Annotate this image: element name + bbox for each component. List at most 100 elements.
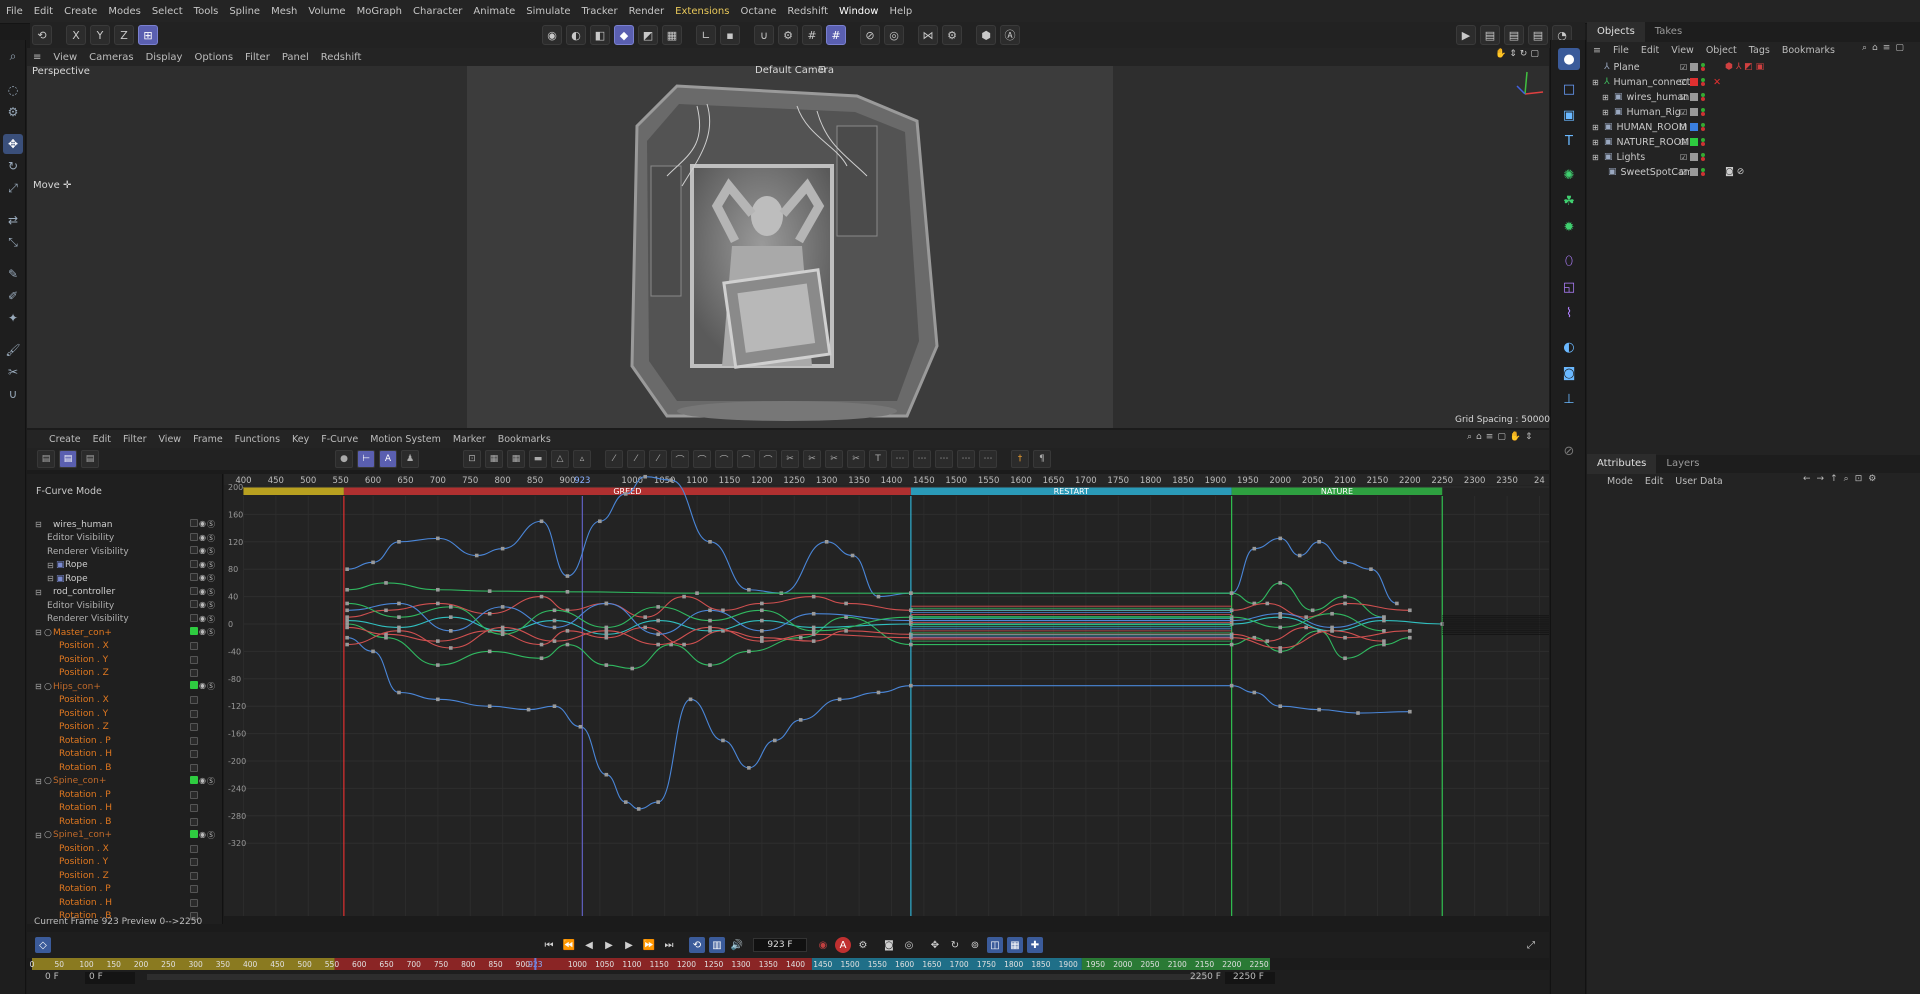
filter-icon[interactable]: ≡ xyxy=(1883,43,1891,53)
viewport-menu-6[interactable]: Redshift xyxy=(321,52,362,63)
object-expander-icon[interactable]: ⊞ xyxy=(1592,123,1604,132)
keyframe[interactable] xyxy=(345,625,349,630)
camera-link-icon[interactable]: ⊡ xyxy=(818,65,826,75)
keyframe[interactable] xyxy=(552,625,557,630)
keyframe[interactable] xyxy=(811,594,816,599)
keyframe[interactable] xyxy=(760,618,764,623)
keyframe-settings-icon[interactable]: ⚙ xyxy=(855,937,871,953)
fcurve-tree-row[interactable]: Rotation . H xyxy=(27,896,223,910)
keyframe[interactable] xyxy=(837,697,842,702)
keyframe[interactable] xyxy=(604,663,609,667)
object-expander-icon[interactable]: ⊞ xyxy=(1602,108,1614,117)
track-color-box[interactable] xyxy=(190,627,198,636)
fcurve-tree-row[interactable]: Rotation . P xyxy=(27,788,223,802)
track-color-box[interactable] xyxy=(190,709,198,718)
camera-tag-icons[interactable]: ◙ ⊘ xyxy=(1725,167,1744,177)
axis-tool-icon[interactable]: ⤡ xyxy=(3,232,23,252)
curve-tool-9-icon[interactable]: ✂ xyxy=(781,450,799,468)
keyframe[interactable] xyxy=(1395,601,1399,606)
filter-icon[interactable]: ≡ xyxy=(1486,432,1494,442)
menu-item-13[interactable]: Tracker xyxy=(581,6,617,17)
keyframe[interactable] xyxy=(345,635,349,640)
curve-tool-17-icon[interactable]: ⋯ xyxy=(957,450,975,468)
visibility-dots-icon[interactable] xyxy=(1701,168,1707,176)
keyframe[interactable] xyxy=(397,540,401,544)
keyframe[interactable] xyxy=(747,587,751,592)
layer-color-swatch[interactable] xyxy=(1690,63,1699,71)
layer-color-swatch[interactable] xyxy=(1690,138,1699,146)
fcurve-tree-row[interactable]: Rotation . B xyxy=(27,815,223,829)
keyframe[interactable] xyxy=(1343,601,1347,606)
fcurve-tree-row[interactable]: Renderer Visibility ◉ Ⓢ xyxy=(27,545,223,559)
tag-icons[interactable]: ⬢ ⅄ ◩ ▣ xyxy=(1725,62,1764,72)
timeline-menu-5[interactable]: Functions xyxy=(235,434,280,445)
keyframe[interactable] xyxy=(708,618,712,623)
keyframe[interactable] xyxy=(526,707,531,712)
keyframe[interactable] xyxy=(449,629,453,633)
keyframe[interactable] xyxy=(643,615,647,619)
keyframe[interactable] xyxy=(695,591,699,595)
solo-icon[interactable]: Ⓢ xyxy=(207,519,215,530)
menu-item-8[interactable]: Volume xyxy=(308,6,345,17)
timeline-menu-3[interactable]: View xyxy=(159,434,182,445)
check-icon[interactable]: ☑ xyxy=(1680,138,1687,147)
keyframe[interactable] xyxy=(760,635,764,640)
grid-icon[interactable]: # xyxy=(802,25,822,45)
keyframe[interactable] xyxy=(656,605,660,609)
keyframe[interactable] xyxy=(1330,629,1334,633)
fcurve-mode-icon[interactable]: ▤ xyxy=(59,450,77,468)
keyframe[interactable] xyxy=(688,697,693,702)
keyframe[interactable] xyxy=(1408,608,1412,613)
paint-icon[interactable]: ✦ xyxy=(3,308,23,328)
fcurve-canvas[interactable]: 400 450 500 550 600 650 700 750 800 850 900923 1000… xyxy=(224,474,1549,916)
object-expander-icon[interactable]: ⊞ xyxy=(1592,138,1604,147)
scale-key-icon[interactable]: ⊚ xyxy=(967,937,983,953)
scheme-icon[interactable]: ◎ xyxy=(901,937,917,953)
menu-item-0[interactable]: File xyxy=(6,6,23,17)
keyframe[interactable] xyxy=(397,601,401,606)
go-to-start-icon[interactable]: ⏮ xyxy=(541,937,557,953)
curve-tool-13-icon[interactable]: T xyxy=(869,450,887,468)
curve-tool-10-icon[interactable]: ✂ xyxy=(803,450,821,468)
eye-icon[interactable]: ◉ xyxy=(199,776,206,787)
keyframe[interactable] xyxy=(539,656,544,661)
keyframe[interactable] xyxy=(760,639,764,643)
curve-tool-18-icon[interactable]: ⋯ xyxy=(979,450,997,468)
selection-settings-icon[interactable]: ⚙ xyxy=(3,102,23,122)
keyframe[interactable] xyxy=(1310,608,1315,613)
track-color-box[interactable] xyxy=(190,532,198,541)
keyframe[interactable] xyxy=(1408,635,1412,640)
menu-item-18[interactable]: Window xyxy=(839,6,878,17)
keyframe[interactable] xyxy=(623,800,628,804)
solo-icon[interactable]: Ⓢ xyxy=(207,681,215,692)
keyframe[interactable] xyxy=(1278,581,1283,585)
eye-icon[interactable]: ◉ xyxy=(199,587,206,598)
keyframe[interactable] xyxy=(747,766,751,770)
lock-axis-icon[interactable]: ⊘ xyxy=(860,25,880,45)
curve-tool-3-icon[interactable]: ⁄ xyxy=(649,450,667,468)
viewport-menu-1[interactable]: Cameras xyxy=(89,52,133,63)
home-icon[interactable]: ⌂ xyxy=(1476,432,1482,442)
keyframe[interactable] xyxy=(345,587,349,592)
keyframe[interactable] xyxy=(876,690,881,695)
object-row[interactable]: ⊞ ▣ NATURE_ROOM ☑ xyxy=(1592,135,1912,149)
object-expander-icon[interactable]: ⊞ xyxy=(1602,93,1614,102)
keyframe[interactable] xyxy=(539,642,544,647)
track-color-box[interactable] xyxy=(190,642,198,651)
keyframe[interactable] xyxy=(436,663,440,667)
keyframe[interactable] xyxy=(1229,642,1234,647)
cloner-icon[interactable]: ☘ xyxy=(1558,190,1580,212)
solo-icon[interactable]: Ⓢ xyxy=(207,627,215,638)
object-menu-1[interactable]: Edit xyxy=(1641,45,1659,56)
object-row[interactable]: ⊞ ▣ Lights ☑ xyxy=(1592,150,1912,164)
keyframe[interactable] xyxy=(1278,625,1283,630)
menu-item-1[interactable]: Edit xyxy=(34,6,53,17)
keyframe[interactable] xyxy=(500,546,505,551)
object-menu-3[interactable]: Object xyxy=(1706,45,1737,56)
go-to-end-icon[interactable]: ⏭ xyxy=(661,937,677,953)
keyframe[interactable] xyxy=(630,666,635,671)
visibility-dots-icon[interactable] xyxy=(1701,153,1707,161)
keyframe[interactable] xyxy=(1408,629,1412,633)
knife-icon[interactable]: ✂ xyxy=(3,362,23,382)
keyframe[interactable] xyxy=(1343,656,1347,661)
